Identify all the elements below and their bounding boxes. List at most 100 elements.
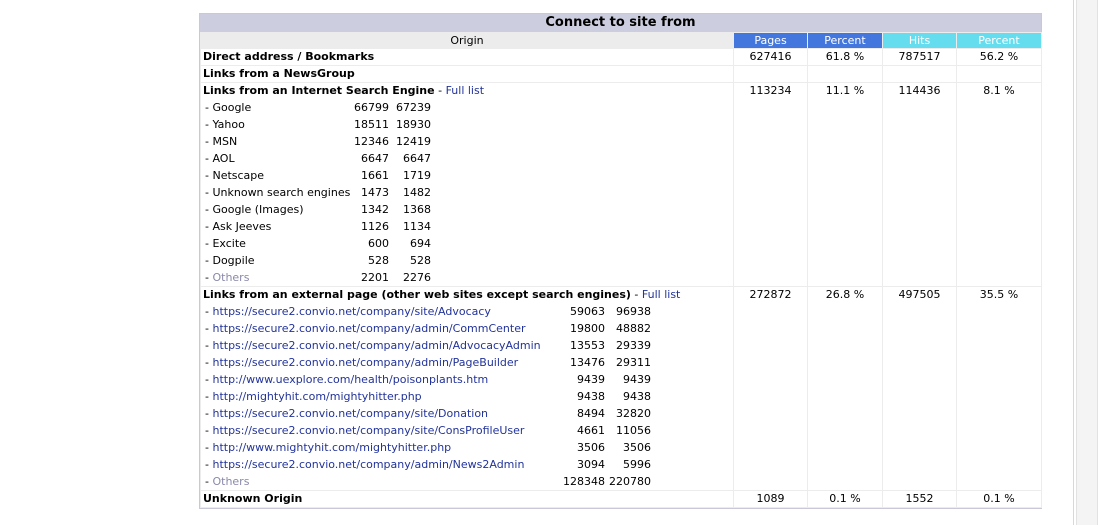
item-name: - AOL (205, 152, 235, 165)
referrer-link[interactable]: - https://secure2.convio.net/company/adm… (205, 354, 559, 371)
table-row-newsgroup: Links from a NewsGroup (200, 65, 1042, 83)
list-item: - https://secure2.convio.net/company/sit… (203, 303, 731, 320)
item-label: https://secure2.convio.net/company/admin… (212, 458, 525, 471)
item-name: - Netscape (205, 169, 265, 182)
item-pages: 1342 (361, 203, 389, 216)
list-item: - Dogpile 528 528 (203, 252, 731, 269)
row-label: Links from an Internet Search Engine (203, 84, 435, 97)
item-hits: 29339 (616, 339, 651, 352)
table-row-search-engines: Links from an Internet Search Engine - F… (200, 82, 1042, 287)
scrollbar-track[interactable] (1076, 0, 1098, 525)
pages-header: Pages (733, 32, 808, 49)
referrer-link[interactable]: - https://secure2.convio.net/company/sit… (205, 405, 559, 422)
referrer-link[interactable]: - http://www.uexplore.com/health/poisonp… (205, 371, 559, 388)
item-label: Google (212, 101, 252, 114)
hits-value (882, 65, 957, 83)
item-pages: 8494 (577, 407, 605, 420)
external-page-list: - https://secure2.convio.net/company/sit… (203, 303, 731, 490)
item-hits: 48882 (616, 322, 651, 335)
hits-percent-header: Percent (956, 32, 1042, 49)
item-label: https://secure2.convio.net/company/site/… (212, 424, 525, 437)
item-name: - Excite (205, 237, 246, 250)
pages-percent-value (807, 65, 883, 83)
pages-value: 627416 (733, 48, 808, 66)
origin-header: Origin (200, 32, 734, 49)
list-item: - https://secure2.convio.net/company/sit… (203, 422, 731, 439)
item-pages: 2201 (361, 271, 389, 284)
item-label: http://mightyhit.com/mightyhitter.php (212, 390, 422, 403)
item-pages: 12346 (354, 135, 389, 148)
item-hits: 6647 (403, 152, 431, 165)
list-item: - https://secure2.convio.net/company/adm… (203, 456, 731, 473)
referrer-link[interactable]: - http://www.mightyhit.com/mightyhitter.… (205, 439, 559, 456)
item-hits: 18930 (396, 118, 431, 131)
item-hits: 11056 (616, 424, 651, 437)
row-label: Unknown Origin (203, 492, 303, 505)
search-full-list-link[interactable]: Full list (446, 84, 484, 97)
item-name: - Dogpile (205, 254, 255, 267)
item-label: https://secure2.convio.net/company/site/… (212, 407, 489, 420)
item-name: - Yahoo (205, 118, 245, 131)
list-item: - http://mightyhit.com/mightyhitter.php 9… (203, 388, 731, 405)
hits-value: 114436 (882, 82, 957, 287)
item-label: Unknown search engines (212, 186, 351, 199)
item-pages: 3094 (577, 458, 605, 471)
table-row-external: Links from an external page (other web s… (200, 286, 1042, 491)
row-label: Direct address / Bookmarks (203, 50, 375, 63)
item-pages: 528 (368, 254, 389, 267)
item-label: MSN (212, 135, 238, 148)
item-hits: 1368 (403, 203, 431, 216)
item-pages: 1473 (361, 186, 389, 199)
item-hits: 220780 (609, 475, 651, 488)
item-label: https://secure2.convio.net/company/admin… (212, 339, 541, 352)
referrer-link[interactable]: - https://secure2.convio.net/company/adm… (205, 337, 559, 354)
hits-percent-value: 8.1 % (956, 82, 1042, 287)
item-name: - Others (205, 475, 250, 488)
referrer-link[interactable]: - https://secure2.convio.net/company/sit… (205, 422, 559, 439)
item-label: https://secure2.convio.net/company/site/… (212, 305, 491, 318)
item-name: - Google (205, 101, 252, 114)
list-item: - Netscape 1661 1719 (203, 167, 731, 184)
item-name: - MSN (205, 135, 238, 148)
item-label: Ask Jeeves (212, 220, 272, 233)
list-item: - Google (Images) 1342 1368 (203, 201, 731, 218)
item-label: Google (Images) (212, 203, 304, 216)
list-item: - https://secure2.convio.net/company/sit… (203, 405, 731, 422)
item-name: - Others (205, 271, 250, 284)
item-hits: 5996 (623, 458, 651, 471)
list-item: - Ask Jeeves 1126 1134 (203, 218, 731, 235)
list-item: - Google 66799 67239 (203, 99, 731, 116)
item-hits: 1482 (403, 186, 431, 199)
item-label: Dogpile (212, 254, 255, 267)
item-label: Others (212, 475, 250, 488)
pages-percent-value: 26.8 % (807, 286, 883, 491)
item-name: - Google (Images) (205, 203, 304, 216)
item-pages: 1661 (361, 169, 389, 182)
list-item: - https://secure2.convio.net/company/adm… (203, 354, 731, 371)
hits-percent-value: 0.1 % (956, 490, 1042, 508)
referrer-link[interactable]: - https://secure2.convio.net/company/sit… (205, 303, 559, 320)
list-item: - http://www.uexplore.com/health/poisonp… (203, 371, 731, 388)
item-pages: 128348 (563, 475, 605, 488)
vertical-scrollbar[interactable] (1073, 0, 1099, 525)
item-hits: 3506 (623, 441, 651, 454)
item-pages: 9439 (577, 373, 605, 386)
list-item: - Excite 600 694 (203, 235, 731, 252)
referrer-link[interactable]: - https://secure2.convio.net/company/adm… (205, 456, 559, 473)
pages-value: 272872 (733, 286, 808, 491)
item-label: http://www.mightyhit.com/mightyhitter.ph… (212, 441, 452, 454)
item-pages: 66799 (354, 101, 389, 114)
list-item: - Yahoo 18511 18930 (203, 116, 731, 133)
item-label: AOL (212, 152, 235, 165)
row-label: Links from an external page (other web s… (203, 288, 631, 301)
external-full-list-link[interactable]: Full list (642, 288, 680, 301)
hits-percent-value (956, 65, 1042, 83)
referrer-link[interactable]: - http://mightyhit.com/mightyhitter.php (205, 388, 559, 405)
item-pages: 3506 (577, 441, 605, 454)
item-pages: 9438 (577, 390, 605, 403)
item-pages: 1126 (361, 220, 389, 233)
pages-percent-value: 61.8 % (807, 48, 883, 66)
hits-value: 1552 (882, 490, 957, 508)
referrer-link[interactable]: - https://secure2.convio.net/company/adm… (205, 320, 559, 337)
table-row-unknown: Unknown Origin 1089 0.1 % 1552 0.1 % (200, 490, 1042, 508)
